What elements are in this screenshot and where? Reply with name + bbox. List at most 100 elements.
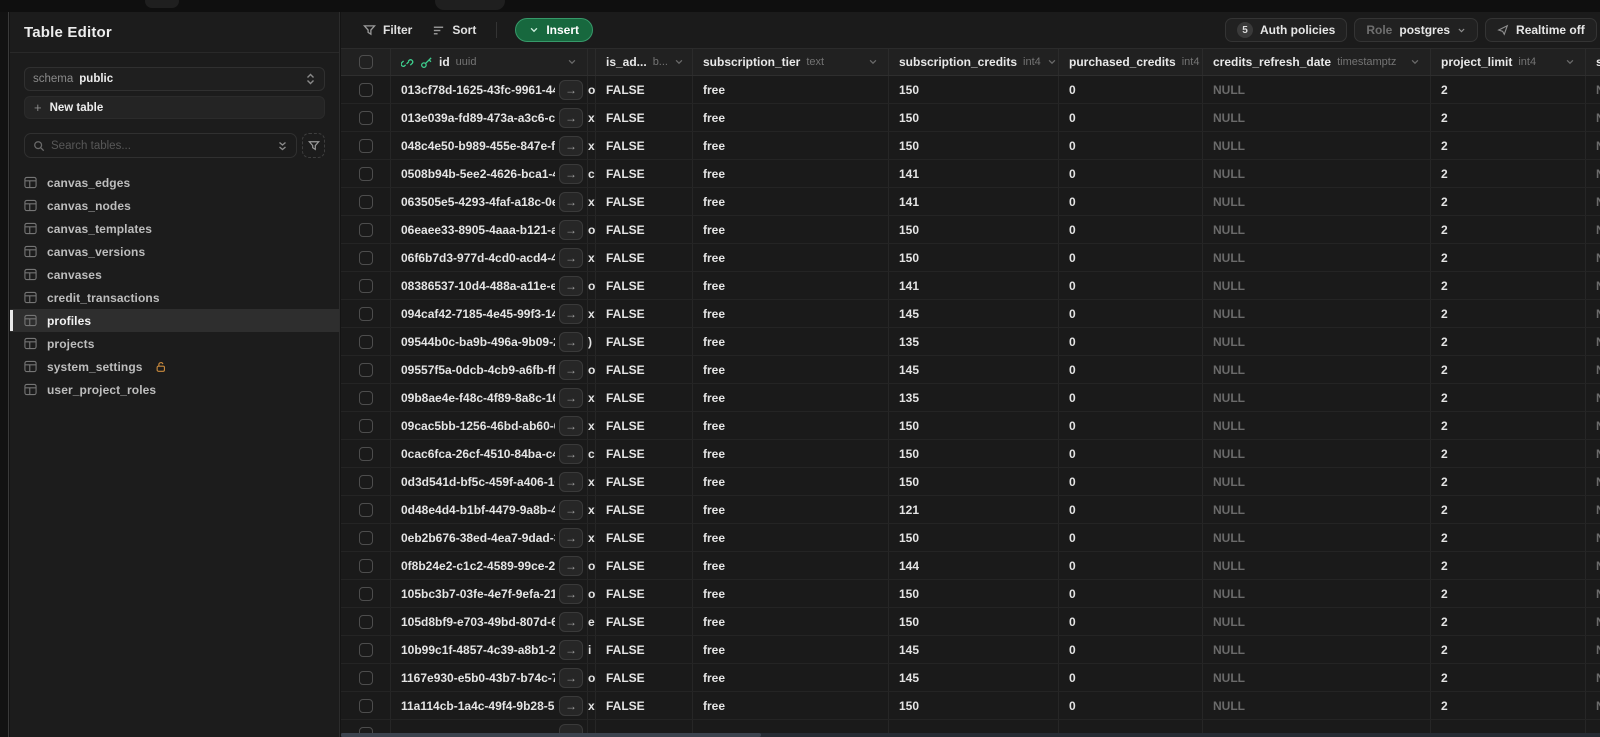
cell-subscription-credits[interactable]: 135 [889, 384, 1059, 411]
cell-subscription-partial[interactable]: NULL [1586, 580, 1600, 607]
cell-subscription-tier[interactable]: free [693, 664, 889, 691]
auth-policies-button[interactable]: 5 Auth policies [1225, 18, 1348, 42]
cell-subscription-credits[interactable]: 150 [889, 692, 1059, 719]
cell-subscription-tier[interactable]: free [693, 300, 889, 327]
cell-subscription-partial[interactable]: NULL [1586, 412, 1600, 439]
cell-id[interactable]: 11a114cb-1a4c-49f4-9b28-52219ec... → [391, 692, 588, 719]
cell-project-limit[interactable]: 2 [1431, 692, 1586, 719]
expand-row-button[interactable]: → [559, 667, 583, 688]
cell-subscription-credits[interactable]: 150 [889, 132, 1059, 159]
column-menu-chevron[interactable] [567, 57, 577, 67]
cell-purchased-credits[interactable]: 0 [1059, 608, 1203, 635]
cell-subscription-credits[interactable]: 150 [889, 216, 1059, 243]
cell-id[interactable]: 063505e5-4293-4faf-a18c-0e65b... → [391, 188, 588, 215]
cell-is-admin[interactable]: FALSE [596, 300, 693, 327]
expand-row-button[interactable]: → [559, 499, 583, 520]
cell-subscription-tier[interactable]: free [693, 692, 889, 719]
cell-purchased-credits[interactable]: 0 [1059, 468, 1203, 495]
cell-subscription-partial[interactable]: NULL [1586, 76, 1600, 103]
cell-subscription-partial[interactable]: NULL [1586, 496, 1600, 523]
cell-subscription-tier[interactable]: free [693, 608, 889, 635]
column-header-is-admin[interactable]: is_ad... b... [596, 49, 693, 75]
cell-id[interactable]: 0f8b24e2-c1c2-4589-99ce-2c52d... → [391, 552, 588, 579]
cell-id[interactable]: 048c4e50-b989-455e-847e-fb2f... → [391, 132, 588, 159]
cell-credits-refresh-date[interactable]: NULL [1203, 356, 1431, 383]
cell-subscription-credits[interactable]: 121 [889, 496, 1059, 523]
expand-row-button[interactable]: → [559, 79, 583, 100]
cell-subscription-credits[interactable]: 141 [889, 272, 1059, 299]
row-checkbox[interactable] [358, 278, 373, 293]
cell-project-limit[interactable]: 2 [1431, 132, 1586, 159]
cell-credits-refresh-date[interactable]: NULL [1203, 384, 1431, 411]
cell-credits-refresh-date[interactable]: NULL [1203, 580, 1431, 607]
expand-row-button[interactable]: → [559, 219, 583, 240]
sidebar-item-canvas_nodes[interactable]: canvas_nodes [10, 194, 339, 217]
cell-credits-refresh-date[interactable]: NULL [1203, 300, 1431, 327]
cell-subscription-credits[interactable]: 150 [889, 524, 1059, 551]
cell-subscription-partial[interactable]: NULL [1586, 356, 1600, 383]
cell-credits-refresh-date[interactable]: NULL [1203, 216, 1431, 243]
cell-subscription-credits[interactable]: 135 [889, 328, 1059, 355]
cell-project-limit[interactable]: 2 [1431, 216, 1586, 243]
cell-truncated[interactable]: o [588, 664, 596, 691]
row-checkbox[interactable] [358, 194, 373, 209]
cell-id[interactable]: 105bc3b7-03fe-4e7f-9efa-21bb40... → [391, 580, 588, 607]
cell-purchased-credits[interactable]: 0 [1059, 356, 1203, 383]
cell-is-admin[interactable]: FALSE [596, 132, 693, 159]
search-tables-input[interactable] [51, 139, 271, 152]
cell-project-limit[interactable]: 2 [1431, 384, 1586, 411]
cell-purchased-credits[interactable]: 0 [1059, 104, 1203, 131]
cell-id[interactable]: 1167e930-e5b0-43b7-b74c-788c9... → [391, 664, 588, 691]
row-checkbox[interactable] [358, 558, 373, 573]
row-checkbox[interactable] [358, 110, 373, 125]
cell-credits-refresh-date[interactable]: NULL [1203, 104, 1431, 131]
cell-subscription-tier[interactable]: free [693, 384, 889, 411]
cell-credits-refresh-date[interactable]: NULL [1203, 468, 1431, 495]
cell-subscription-tier[interactable]: free [693, 524, 889, 551]
column-menu-chevron[interactable] [868, 57, 878, 67]
cell-subscription-tier[interactable]: free [693, 496, 889, 523]
cell-is-admin[interactable]: FALSE [596, 468, 693, 495]
filter-button[interactable]: Filter [353, 18, 422, 42]
cell-purchased-credits[interactable]: 0 [1059, 328, 1203, 355]
cell-is-admin[interactable]: FALSE [596, 272, 693, 299]
cell-project-limit[interactable]: 2 [1431, 76, 1586, 103]
expand-row-button[interactable]: → [559, 471, 583, 492]
cell-subscription-tier[interactable]: free [693, 188, 889, 215]
cell-subscription-tier[interactable]: free [693, 468, 889, 495]
cell-purchased-credits[interactable]: 0 [1059, 664, 1203, 691]
cell-id[interactable]: 09544b0c-ba9b-496a-9b09-244... → [391, 328, 588, 355]
cell-truncated[interactable]: x [588, 496, 596, 523]
cell-subscription-credits[interactable]: 144 [889, 552, 1059, 579]
column-header-id[interactable]: id uuid [391, 49, 588, 75]
cell-subscription-partial[interactable]: NULL [1586, 300, 1600, 327]
row-checkbox[interactable] [358, 586, 373, 601]
cell-project-limit[interactable]: 2 [1431, 608, 1586, 635]
cell-credits-refresh-date[interactable]: NULL [1203, 412, 1431, 439]
new-table-button[interactable]: + New table [24, 96, 325, 119]
cell-subscription-partial[interactable]: NULL [1586, 468, 1600, 495]
double-chevron-icon[interactable] [277, 140, 288, 152]
cell-subscription-credits[interactable]: 145 [889, 300, 1059, 327]
insert-button[interactable]: Insert [515, 18, 594, 42]
cell-id[interactable]: 10b99c1f-4857-4c39-a8b1-263b8... → [391, 636, 588, 663]
sidebar-item-canvases[interactable]: canvases [10, 263, 339, 286]
cell-credits-refresh-date[interactable]: NULL [1203, 664, 1431, 691]
cell-truncated[interactable]: x [588, 468, 596, 495]
row-checkbox[interactable] [358, 614, 373, 629]
sidebar-item-credit_transactions[interactable]: credit_transactions [10, 286, 339, 309]
column-menu-chevron[interactable] [1410, 57, 1420, 67]
cell-credits-refresh-date[interactable]: NULL [1203, 160, 1431, 187]
cell-project-limit[interactable]: 2 [1431, 104, 1586, 131]
realtime-toggle-button[interactable]: Realtime off [1485, 18, 1597, 42]
cell-truncated[interactable]: x [588, 412, 596, 439]
cell-subscription-partial[interactable]: NULL [1586, 608, 1600, 635]
expand-row-button[interactable]: → [559, 247, 583, 268]
cell-is-admin[interactable]: FALSE [596, 104, 693, 131]
cell-subscription-tier[interactable]: free [693, 244, 889, 271]
cell-project-limit[interactable]: 2 [1431, 580, 1586, 607]
cell-project-limit[interactable]: 2 [1431, 552, 1586, 579]
select-all-checkbox[interactable] [358, 55, 373, 69]
cell-credits-refresh-date[interactable]: NULL [1203, 636, 1431, 663]
cell-subscription-credits[interactable]: 150 [889, 244, 1059, 271]
